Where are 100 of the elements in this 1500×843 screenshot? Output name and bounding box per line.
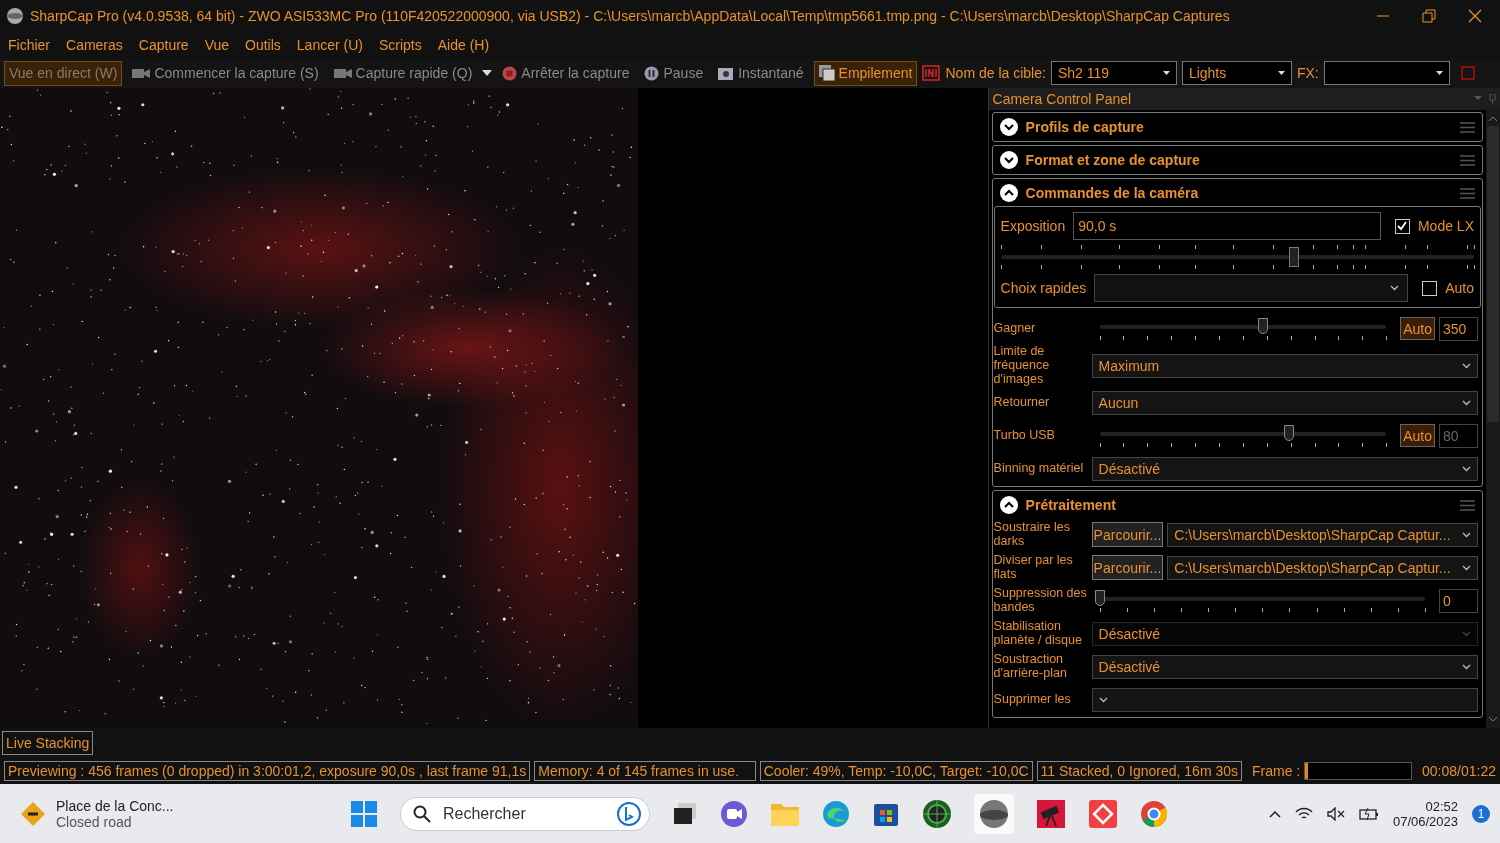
menu-item[interactable]: Fichier [8,37,50,53]
caret-icon [1162,71,1170,75]
fx-dropdown[interactable] [1323,61,1450,85]
menu-item[interactable]: Cameras [66,37,123,53]
camera-icon [718,65,735,81]
control-label: Retourner [993,395,1051,410]
search-icon [413,804,431,823]
menu-item[interactable]: Capture [138,37,189,53]
file-path-dropdown[interactable]: C:\Users\marcb\Desktop\SharpCap Captur... [1167,522,1478,547]
checkbox[interactable] [1394,218,1410,234]
clock-time: 02:52 [1425,798,1458,814]
file-path-dropdown[interactable]: C:\Users\marcb\Desktop\SharpCap Captur... [1167,555,1478,580]
warning-sign-icon [20,800,46,827]
browser-icon[interactable] [822,799,850,828]
frame-type-dropdown[interactable]: Lights [1181,61,1292,85]
chevron-down-icon [1098,696,1108,703]
scroll-up-icon[interactable] [1488,116,1498,122]
restore-icon[interactable] [1422,9,1436,23]
target-icon[interactable] [922,798,952,829]
annotation-icon[interactable] [922,65,941,81]
clock-date: 07/06/2023 [1392,813,1458,829]
chevron-down-icon [1462,630,1471,637]
quick-choice-label: Choix rapides [1000,280,1087,296]
menu-icon[interactable] [1460,154,1475,166]
menu-item[interactable]: Scripts [378,37,422,53]
toolbar-button[interactable]: Empilement [813,60,918,86]
control-label: Supprimer les [993,692,1072,707]
status-text: Previewing : 456 frames (0 dropped) in 3:00:01,2, exposure 90,0s , last frame 91,1s [4,761,531,781]
search-bar[interactable]: Rechercher [400,796,650,831]
menu-item[interactable]: Aide (H) [437,37,490,53]
chevron-down-icon [1462,399,1471,406]
checkbox-label: Auto [1445,280,1474,296]
app-logo-icon [6,7,24,25]
diamond-arrows-icon[interactable] [1088,798,1118,829]
menu-icon[interactable] [1460,187,1475,199]
telescope-icon[interactable] [1036,798,1066,829]
notification-badge[interactable]: 1 [1472,804,1490,823]
auto-button[interactable]: Auto [1400,317,1435,340]
live-stacking-tab[interactable]: Live Stacking [2,731,94,755]
menu-item[interactable]: Lancer (U) [296,37,363,53]
weather-subtitle: Closed road [56,813,133,830]
battery-icon[interactable] [1358,806,1379,821]
caret-icon [1435,71,1443,75]
video-camera-icon [132,67,151,79]
exposure-label: Exposition [1000,218,1066,234]
browse-button[interactable]: Parcourir... [1091,555,1164,581]
dropdown[interactable]: Désactivé [1091,456,1478,481]
section-header[interactable]: Commandes de la caméra [993,180,1481,206]
section-header[interactable]: Prétraitement [993,492,1481,519]
exposure-field[interactable]: 90,0 s [1073,212,1381,240]
browse-button[interactable]: Parcourir... [1091,522,1164,548]
wifi-icon[interactable] [1294,806,1313,821]
frame-label: Frame : [1252,763,1301,779]
chevron-down-icon [1462,362,1471,369]
app-logo-icon[interactable] [974,793,1014,834]
control-label: Suppression des bandes [993,587,1088,615]
chevron-down-icon [1462,663,1471,670]
weather-title: Place de la Conc... [56,797,174,814]
search-field[interactable]: Rechercher [441,803,607,824]
target-name-dropdown[interactable]: Sh2 119 [1050,61,1177,85]
menu-item[interactable]: Vue [204,37,229,53]
menu-icon[interactable] [1460,499,1475,511]
control-label: Limite de fréquence d'images [993,345,1051,387]
muted-speaker-icon[interactable] [1326,806,1345,821]
menu-item[interactable]: Outils [245,37,281,53]
menu-icon[interactable] [1460,121,1475,133]
scroll-down-icon[interactable] [1488,716,1498,722]
chevron-up-icon[interactable] [1268,809,1281,818]
value-field[interactable]: 0 [1439,588,1478,613]
chevron-down-icon [1462,465,1471,472]
video-chat-icon[interactable] [720,799,748,828]
windows-start-icon[interactable] [350,799,378,828]
chrome-icon[interactable] [1140,799,1168,828]
caret-icon[interactable] [482,70,493,76]
control-label: Turbo USB [993,428,1056,443]
value-field[interactable]: 350 [1439,316,1478,341]
section-header[interactable]: Profils de capture [993,114,1481,140]
checkbox[interactable] [1422,280,1438,296]
section-header[interactable]: Format et zone de capture [993,147,1481,173]
dropdown[interactable]: Maximum [1091,353,1478,378]
window-title: SharpCap Pro (v4.0.9538, 64 bit) - ZWO ASI533MC Pro (110F420522000900, via USB2) - C:\Users\marcb\AppData\Local\Temp\tmp5661.tmp.png - C:\Users\marcb\Desktop\SharpCap Captures [30,8,1230,24]
panel-title: Camera Control Panel [992,91,1132,107]
caret-icon [1277,71,1285,75]
pin-icon[interactable] [1474,94,1496,104]
section-title: Prétraitement [1025,497,1116,514]
close-icon[interactable] [1468,9,1482,23]
frame-time: 00:08/01:22 [1422,763,1496,779]
scrollbar[interactable] [1486,110,1500,728]
auto-button[interactable]: Auto [1400,424,1435,448]
pause-icon [644,65,660,81]
dropdown[interactable]: Désactivé [1091,654,1478,679]
checkbox-label: Mode LX [1417,218,1474,234]
chevron-down-icon [1462,531,1471,538]
section-title: Commandes de la caméra [1025,185,1199,201]
dropdown[interactable]: Aucun [1091,390,1478,415]
task-view-icon[interactable] [672,800,698,827]
status-text: Cooler: 49%, Temp: -10,0C, Target: -10,0C [759,761,1033,781]
control-label: Gagner [993,321,1037,336]
target-name-label: Nom de la cible: [945,65,1046,81]
exposure-slider[interactable] [1000,243,1474,271]
